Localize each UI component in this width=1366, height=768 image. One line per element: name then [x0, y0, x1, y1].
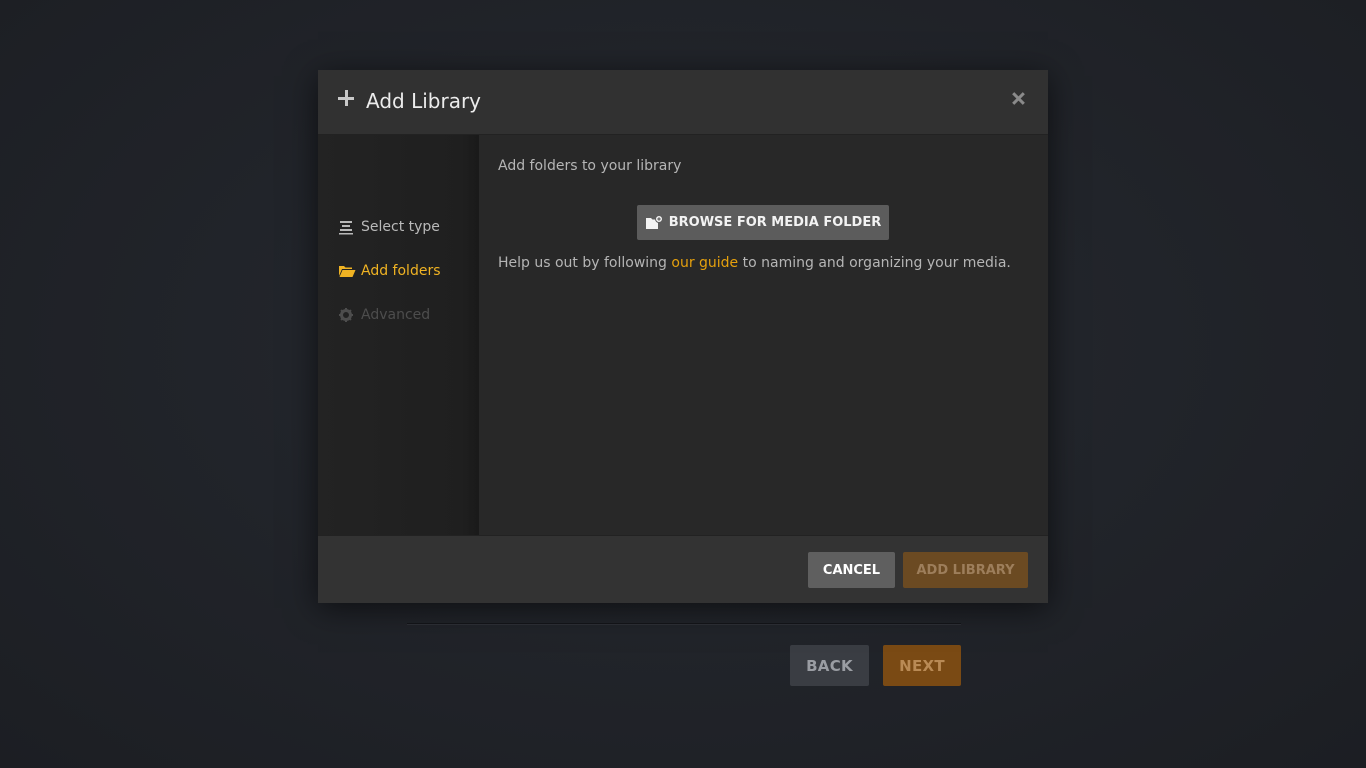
sidebar-item-select-type[interactable]: Select type: [338, 216, 440, 238]
list-icon: [338, 219, 354, 235]
dialog-content: Add folders to your library BROWSE FOR M…: [479, 135, 1048, 535]
browse-media-folder-button[interactable]: BROWSE FOR MEDIA FOLDER: [637, 205, 889, 240]
dialog-sidebar: Select type Add folders Advanced: [318, 135, 479, 535]
next-button[interactable]: NEXT: [883, 645, 961, 686]
help-text-suffix: to naming and organizing your media.: [738, 255, 1011, 271]
dialog-title: Add Library: [366, 89, 482, 113]
gear-icon: [338, 307, 354, 323]
cancel-button[interactable]: CANCEL: [808, 552, 895, 588]
wizard-divider: [407, 623, 961, 624]
plus-icon: [338, 90, 354, 106]
our-guide-link[interactable]: our guide: [671, 255, 738, 271]
sidebar-item-label: Add folders: [361, 263, 441, 279]
close-icon[interactable]: [1010, 90, 1028, 108]
add-library-dialog: Add Library Select type Add folders Adva…: [318, 70, 1048, 603]
sidebar-item-label: Advanced: [361, 307, 431, 323]
back-button[interactable]: BACK: [790, 645, 869, 686]
folder-add-icon: [645, 214, 663, 231]
sidebar-item-add-folders[interactable]: Add folders: [338, 260, 441, 282]
sidebar-item-advanced: Advanced: [338, 304, 430, 326]
add-library-button[interactable]: ADD LIBRARY: [903, 552, 1028, 588]
sidebar-item-label: Select type: [361, 219, 440, 235]
dialog-footer: CANCEL ADD LIBRARY: [318, 535, 1048, 603]
help-text: Help us out by following our guide to na…: [498, 255, 1011, 271]
content-heading: Add folders to your library: [498, 158, 682, 174]
dialog-header: Add Library: [318, 70, 1048, 135]
browse-button-label: BROWSE FOR MEDIA FOLDER: [668, 215, 882, 230]
folder-open-icon: [338, 263, 356, 279]
help-text-prefix: Help us out by following: [498, 255, 672, 271]
